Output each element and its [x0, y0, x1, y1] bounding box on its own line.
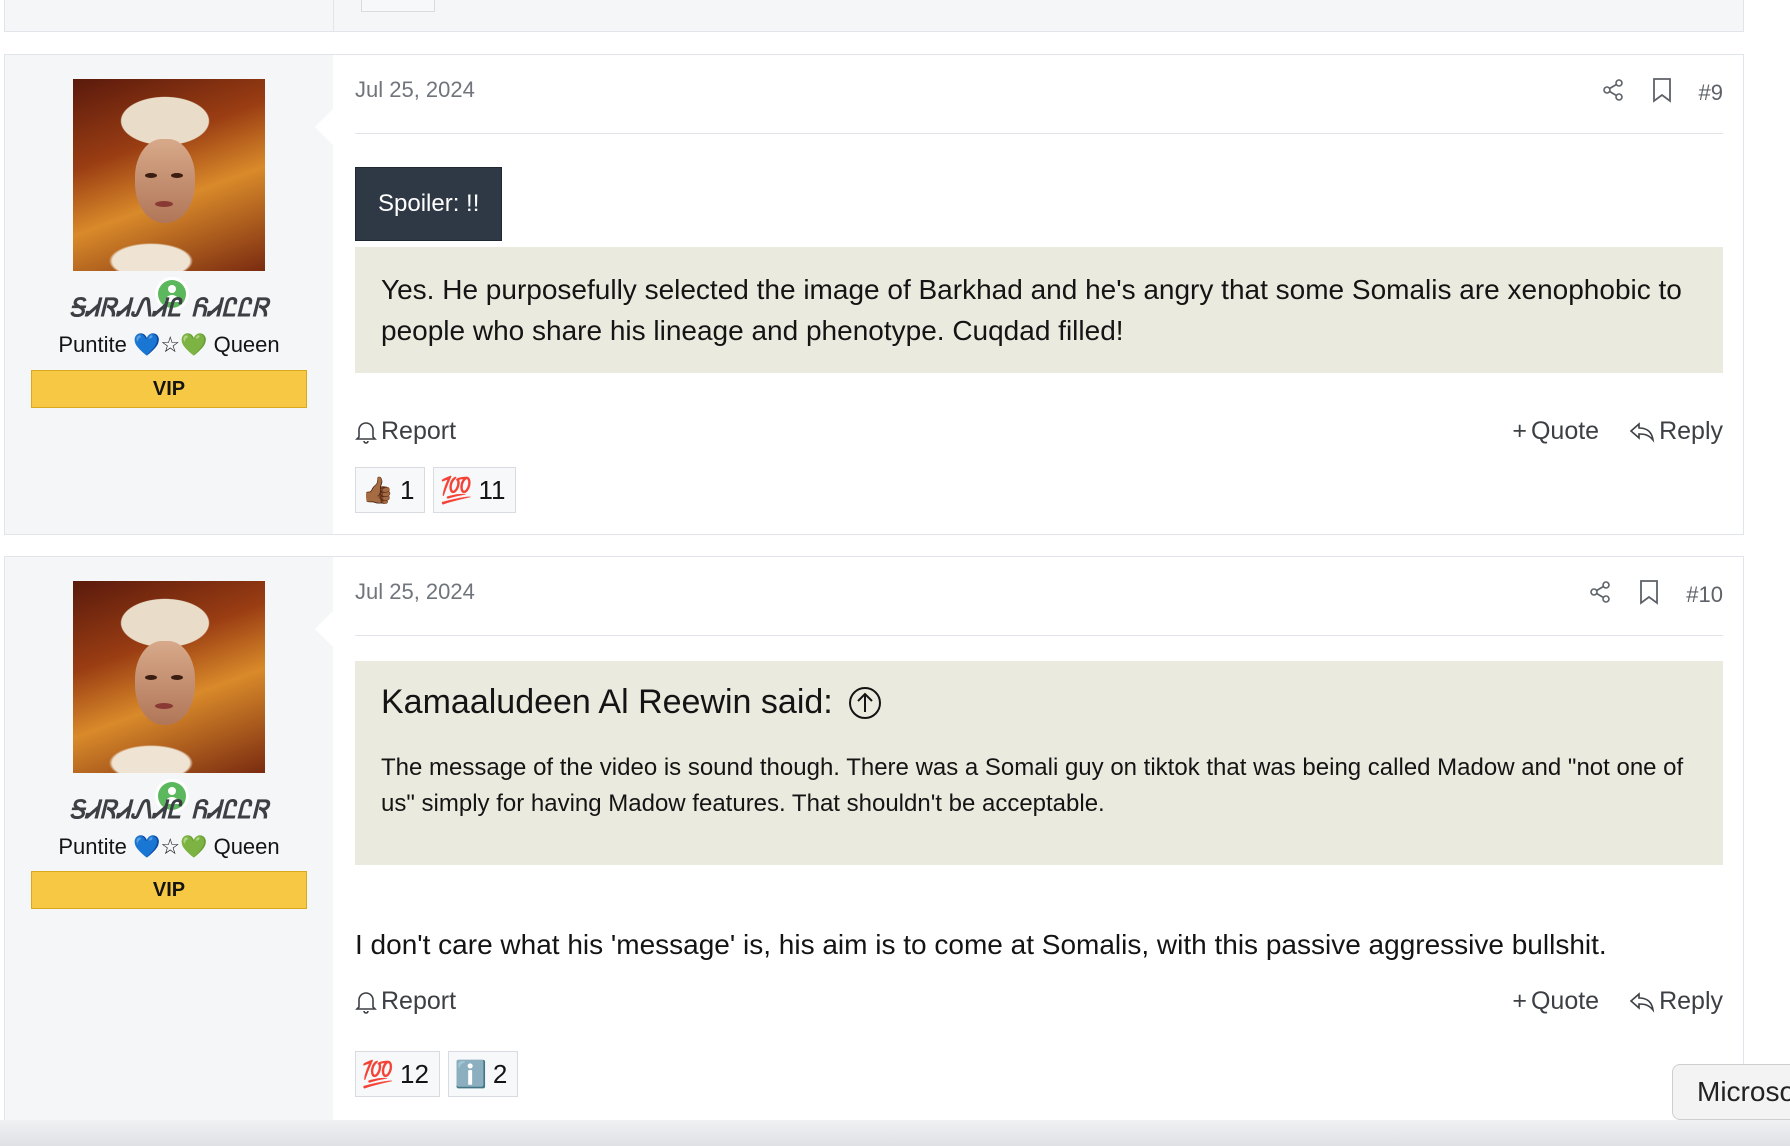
- previous-post-remnant: [4, 0, 1744, 32]
- post-number[interactable]: #10: [1686, 582, 1723, 608]
- speech-arrow: [315, 107, 335, 147]
- post-number[interactable]: #9: [1699, 80, 1723, 106]
- reaction-count: 1: [400, 474, 415, 505]
- user-info-column: ᎦᏗᏒᏗᏁᏗᏝ ᏲᏗᏝᏝᏒ Puntite 💙☆💚 Queen VIP: [5, 557, 334, 1135]
- reply-icon: [1629, 421, 1655, 443]
- user-title: Puntite 💙☆💚 Queen: [58, 834, 280, 859]
- avatar-eye: [171, 173, 183, 178]
- quote-header: Kamaaludeen Al Reewin said:: [381, 683, 1697, 722]
- post-date[interactable]: Jul 25, 2024: [355, 77, 475, 103]
- avatar-face: [135, 641, 195, 725]
- header-divider: [355, 635, 1723, 636]
- quote-author[interactable]: Kamaaludeen Al Reewin said:: [381, 683, 833, 722]
- report-label: Report: [381, 987, 457, 1015]
- bookmark-icon[interactable]: [1651, 77, 1673, 109]
- post-footer: Report + Quote Reply: [355, 987, 1723, 1016]
- column-divider: [333, 0, 334, 31]
- reaction-count: 12: [400, 1058, 429, 1089]
- vip-badge: VIP: [31, 871, 307, 909]
- reaction-100[interactable]: 💯 12: [355, 1051, 440, 1097]
- reply-button[interactable]: Reply: [1629, 987, 1723, 1016]
- quote-button[interactable]: + Quote: [1512, 987, 1599, 1016]
- user-title: Puntite 💙☆💚 Queen: [58, 332, 280, 357]
- reply-label: Reply: [1659, 987, 1723, 1015]
- notification-toast[interactable]: Microso: [1672, 1064, 1790, 1120]
- reaction-like[interactable]: 👍🏾 1: [355, 467, 426, 513]
- reaction-100[interactable]: 💯 11: [433, 467, 517, 513]
- post-header-actions: #10: [1588, 579, 1723, 611]
- previous-reaction-stub[interactable]: [361, 0, 435, 12]
- post-10: ᎦᏗᏒᏗᏁᏗᏝ ᏲᏗᏝᏝᏒ Puntite 💙☆💚 Queen VIP Jul …: [4, 556, 1744, 1136]
- post-date[interactable]: Jul 25, 2024: [355, 579, 475, 605]
- reaction-info[interactable]: ℹ️ 2: [447, 1051, 519, 1097]
- quote-block: Kamaaludeen Al Reewin said: The message …: [355, 661, 1723, 865]
- hundred-icon: 💯: [361, 1058, 395, 1089]
- quote-button[interactable]: + Quote: [1512, 417, 1599, 446]
- thumbs-up-icon: 👍🏾: [361, 474, 395, 505]
- info-icon: ℹ️: [454, 1058, 488, 1089]
- avatar-eye: [171, 675, 183, 680]
- post-content: Jul 25, 2024 #10 Kamaaludeen Al Reewin s…: [333, 557, 1743, 1135]
- spoiler-content: Yes. He purposefully selected the image …: [355, 247, 1723, 373]
- quote-text: The message of the video is sound though…: [381, 754, 1684, 817]
- reaction-count: 2: [492, 1058, 508, 1089]
- avatar-eye: [145, 173, 157, 178]
- quote-label: Quote: [1530, 987, 1600, 1015]
- reply-label: Reply: [1659, 417, 1723, 445]
- reaction-count: 11: [478, 474, 506, 505]
- reactions-bar: 👍🏾 1 💯 11: [355, 467, 517, 513]
- avatar-eye: [145, 675, 157, 680]
- post-content: Jul 25, 2024 #9 Spoiler: !! Yes. He purp…: [333, 55, 1743, 534]
- reply-button[interactable]: Reply: [1629, 417, 1723, 446]
- reply-icon: [1629, 991, 1655, 1013]
- plus-icon: +: [1512, 987, 1527, 1015]
- username[interactable]: ᎦᏗᏒᏗᏁᏗᏝ ᏲᏗᏝᏝᏒ: [5, 795, 333, 825]
- jump-to-quote-icon[interactable]: [847, 685, 883, 721]
- post-9: ᎦᏗᏒᏗᏁᏗᏝ ᏲᏗᏝᏝᏒ Puntite 💙☆💚 Queen VIP Jul …: [4, 54, 1744, 535]
- share-icon[interactable]: [1601, 78, 1625, 108]
- reactions-bar: 💯 12 ℹ️ 2: [355, 1051, 519, 1097]
- avatar-mouth: [155, 201, 173, 207]
- bookmark-icon[interactable]: [1638, 579, 1660, 611]
- avatar-face: [135, 139, 195, 223]
- user-info-column: ᎦᏗᏒᏗᏁᏗᏝ ᏲᏗᏝᏝᏒ Puntite 💙☆💚 Queen VIP: [5, 55, 334, 534]
- spoiler-button[interactable]: Spoiler: !!: [355, 167, 503, 241]
- plus-icon: +: [1512, 417, 1527, 445]
- header-divider: [355, 133, 1723, 134]
- avatar-mouth: [155, 703, 173, 709]
- report-label: Report: [381, 417, 457, 445]
- post-footer: Report + Quote Reply: [355, 417, 1723, 446]
- avatar[interactable]: [73, 581, 265, 773]
- bell-icon: [355, 421, 377, 444]
- post-body: I don't care what his 'message' is, his …: [355, 929, 1607, 960]
- post-header-actions: #9: [1601, 77, 1723, 109]
- vip-badge: VIP: [31, 370, 307, 408]
- bell-icon: [355, 991, 377, 1014]
- speech-arrow: [315, 609, 335, 649]
- bottom-scroll-edge: [0, 1120, 1790, 1146]
- report-button[interactable]: Report: [355, 987, 456, 1016]
- hundred-icon: 💯: [440, 474, 473, 505]
- avatar[interactable]: [73, 79, 265, 271]
- report-button[interactable]: Report: [355, 417, 456, 446]
- username[interactable]: ᎦᏗᏒᏗᏁᏗᏝ ᏲᏗᏝᏝᏒ: [5, 293, 333, 323]
- share-icon[interactable]: [1588, 580, 1612, 610]
- quote-label: Quote: [1530, 417, 1600, 445]
